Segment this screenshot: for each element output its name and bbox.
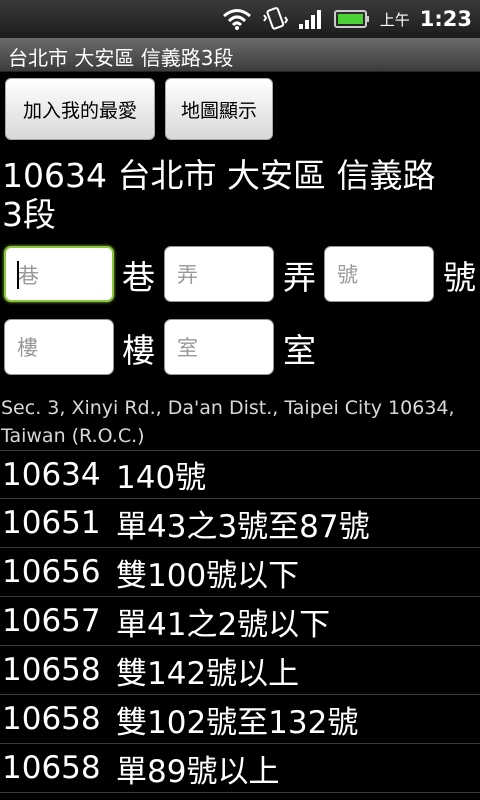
alley-input[interactable]: 弄 <box>164 246 274 302</box>
text-caret <box>17 261 19 289</box>
vibrate-icon <box>262 7 288 30</box>
number-range: 單41之2號以下 <box>116 606 331 643</box>
number-range: 雙100號以下 <box>116 557 300 594</box>
status-bar: 上午 1:23 <box>0 0 480 38</box>
floor-input[interactable]: 樓 <box>4 319 114 375</box>
list-item[interactable]: 10658 雙102號至132號 <box>0 695 480 744</box>
number-range: 140號 <box>116 460 207 496</box>
zip-code: 10656 <box>2 554 101 590</box>
alley-placeholder: 弄 <box>177 263 198 287</box>
zip-code: 10651 <box>2 505 101 541</box>
signal-icon <box>298 10 321 29</box>
number-input[interactable]: 號 <box>324 246 434 302</box>
list-item[interactable]: 10634 140號 <box>0 450 480 499</box>
number-placeholder: 號 <box>337 263 358 287</box>
lane-placeholder: 巷 <box>18 264 39 288</box>
zip-code: 10634 <box>2 456 101 493</box>
number-range: 雙102號至132號 <box>116 704 359 741</box>
zip-code: 10658 <box>2 750 101 786</box>
zip-code: 10657 <box>2 603 101 639</box>
lane-input[interactable]: 巷 <box>4 246 114 302</box>
am-pm-label: 上午 <box>379 10 410 29</box>
list-item[interactable]: 10651 單43之3號至87號 <box>0 499 480 548</box>
room-placeholder: 室 <box>177 336 198 360</box>
list-item[interactable]: 10657 單41之2號以下 <box>0 597 480 646</box>
list-item[interactable]: 10658 雙142號以上 <box>0 646 480 695</box>
zip-code: 10658 <box>2 701 101 737</box>
status-icons: 上午 1:23 <box>222 0 472 38</box>
map-view-button[interactable]: 地圖顯示 <box>165 78 273 140</box>
number-suffix: 號 <box>443 258 476 297</box>
battery-icon <box>333 10 369 28</box>
number-range: 單43之3號至87號 <box>116 508 370 545</box>
floor-suffix: 樓 <box>122 331 155 370</box>
title-text: 台北市 大安區 信義路3段 <box>8 46 234 70</box>
list-item[interactable]: 10656 雙100號以下 <box>0 548 480 597</box>
title-bar: 台北市 大安區 信義路3段 <box>0 38 480 72</box>
number-range: 雙142號以上 <box>116 655 300 692</box>
add-favorite-button[interactable]: 加入我的最愛 <box>5 78 155 140</box>
lane-suffix: 巷 <box>122 258 155 297</box>
wifi-icon <box>222 9 251 30</box>
zip-code: 10658 <box>2 652 101 688</box>
list-item[interactable]: 10658 單89號以上 <box>0 744 480 793</box>
room-suffix: 室 <box>283 331 316 370</box>
floor-placeholder: 樓 <box>17 336 38 360</box>
zip-list: 10634 140號 10651 單43之3號至87號 10656 雙100號以… <box>0 450 480 793</box>
clock: 1:23 <box>419 7 472 31</box>
number-range: 單89號以上 <box>116 753 280 790</box>
english-address: Sec. 3, Xinyi Rd., Da'an Dist., Taipei C… <box>1 397 455 447</box>
page-title: 10634 台北市 大安區 信義路3段 <box>2 156 436 234</box>
room-input[interactable]: 室 <box>164 319 274 375</box>
alley-suffix: 弄 <box>283 258 316 297</box>
